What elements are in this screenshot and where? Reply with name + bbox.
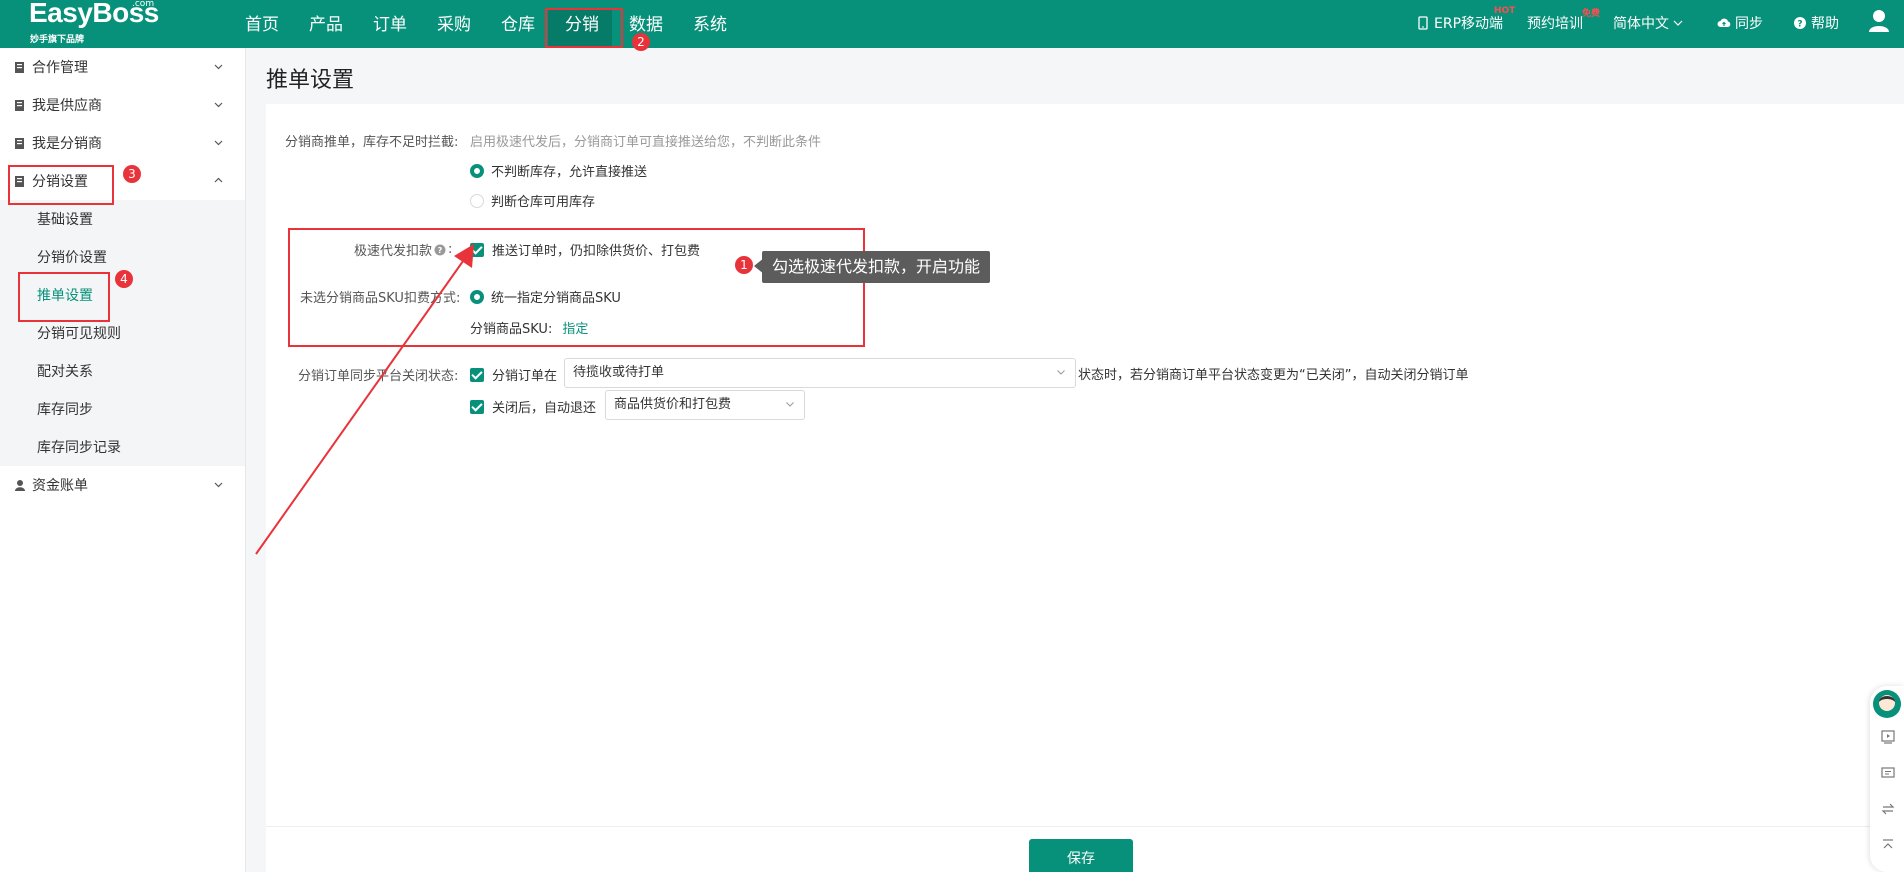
sync-label: 同步 (1735, 16, 1763, 32)
select-value: 待揽收或待打单 (573, 365, 665, 380)
chevron-down-icon (214, 64, 223, 70)
svg-text:?: ? (1797, 20, 1802, 30)
sidebar-item-stock-sync-log[interactable]: 库存同步记录 (0, 428, 245, 466)
sidebar-group-label: 我是供应商 (32, 98, 102, 114)
settings-card (266, 104, 1904, 826)
chevron-down-icon (1673, 20, 1683, 26)
user-icon (15, 479, 25, 491)
document-icon (15, 137, 24, 149)
annotation-badge-4: 4 (115, 270, 133, 288)
select-value: 商品供货价和打包费 (614, 397, 732, 412)
chevron-down-icon (214, 102, 223, 108)
sidebar-item-stock-sync[interactable]: 库存同步 (0, 390, 245, 428)
sidebar-item-basic-settings[interactable]: 基础设置 (0, 200, 245, 238)
radio-check-warehouse-stock[interactable]: 判断仓库可用库存 (470, 191, 595, 210)
free-badge: 免费 (1582, 9, 1601, 19)
annotation-badge-2: 2 (632, 33, 650, 51)
radio-label: 判断仓库可用库存 (491, 195, 596, 210)
training-label: 预约培训 (1527, 16, 1583, 32)
save-button[interactable]: 保存 (1029, 839, 1133, 872)
exchange-icon[interactable] (1880, 801, 1896, 817)
nav-orders[interactable]: 订单 (373, 10, 407, 35)
customer-service-avatar-icon[interactable] (1872, 689, 1902, 719)
document-icon (15, 61, 24, 73)
radio-selected-icon (470, 163, 484, 178)
message-icon[interactable] (1880, 765, 1896, 781)
document-icon (15, 99, 24, 111)
brand-logo[interactable]: EasyBoss .com 妙手旗下品牌 (29, 0, 169, 45)
sidebar-group-label: 资金账单 (32, 478, 88, 494)
sidebar-item-pairing[interactable]: 配对关系 (0, 352, 245, 390)
top-navbar: EasyBoss .com 妙手旗下品牌 首页 产品 订单 采购 仓库 分销 数… (0, 0, 1904, 48)
auto-refund-checkbox[interactable]: 关闭后，自动退还 (470, 397, 596, 416)
order-status-select[interactable]: 待揽收或待打单 (564, 358, 1076, 388)
chevron-down-icon (214, 140, 223, 146)
stock-intercept-hint: 启用极速代发后，分销商订单可直接推送给您，不判断此条件 (470, 135, 822, 150)
radio-label: 不判断库存，允许直接推送 (491, 165, 648, 180)
stock-intercept-label: 分销商推单，库存不足时拦截: (285, 135, 459, 150)
training-link[interactable]: 预约培训 (1527, 13, 1583, 33)
chevron-up-icon (214, 177, 223, 183)
annotation-box-nav (545, 8, 623, 48)
tooltip-arrow (754, 258, 764, 274)
back-to-top-icon[interactable] (1880, 837, 1896, 853)
sync-button[interactable]: 同步 (1717, 13, 1763, 33)
nav-data[interactable]: 数据 (629, 10, 663, 35)
floating-toolbar (1870, 686, 1904, 872)
sidebar-group-billing[interactable]: 资金账单 (0, 466, 245, 504)
tutorial-icon[interactable] (1880, 729, 1896, 745)
chevron-down-icon (214, 482, 223, 488)
nav-home[interactable]: 首页 (245, 10, 279, 35)
refund-type-select[interactable]: 商品供货价和打包费 (605, 390, 805, 420)
annotation-box-sidebar-group (8, 165, 114, 205)
chevron-down-icon (786, 402, 794, 407)
close-sync-suffix: 状态时，若分销商订单平台状态变更为“已关闭”，自动关闭分销订单 (1078, 368, 1469, 383)
erp-mobile-link[interactable]: ERP移动端 (1416, 13, 1503, 33)
help-icon: ? (1794, 17, 1806, 30)
nav-products[interactable]: 产品 (309, 10, 343, 35)
annotation-arrow (255, 244, 474, 555)
nav-system[interactable]: 系统 (693, 10, 727, 35)
cloud-sync-icon (1717, 18, 1731, 27)
chevron-down-icon (1057, 370, 1065, 375)
sidebar-group-label: 我是分销商 (32, 136, 102, 152)
sidebar-group-supplier[interactable]: 我是供应商 (0, 86, 245, 124)
radio-no-stock-check[interactable]: 不判断库存，允许直接推送 (470, 161, 647, 180)
erp-label: ERP移动端 (1434, 16, 1504, 32)
user-avatar-icon[interactable] (1868, 9, 1890, 33)
annotation-badge-1: 1 (735, 256, 753, 274)
close-sync-checkbox[interactable]: 分销订单在 (470, 365, 557, 384)
nav-warehouse[interactable]: 仓库 (501, 10, 535, 35)
annotation-badge-3: 3 (123, 165, 141, 183)
brand-subtitle: 妙手旗下品牌 (30, 35, 85, 45)
footer-bar: 保存 (266, 826, 1904, 872)
hot-badge: HOT (1494, 6, 1516, 16)
sidebar-group-cooperation[interactable]: 合作管理 (0, 48, 245, 86)
annotation-tooltip: 勾选极速代发扣款，开启功能 (762, 251, 991, 283)
annotation-box-sidebar-item (18, 272, 110, 322)
page-title: 推单设置 (266, 68, 355, 93)
checkbox-label: 关闭后，自动退还 (492, 401, 597, 416)
language-label: 简体中文 (1613, 16, 1669, 32)
radio-unselected-icon (470, 193, 484, 208)
sidebar-group-label: 合作管理 (32, 60, 88, 76)
checkbox-label: 分销订单在 (492, 369, 558, 384)
sidebar-group-distributor[interactable]: 我是分销商 (0, 124, 245, 162)
nav-purchase[interactable]: 采购 (437, 10, 471, 35)
language-select[interactable]: 简体中文 (1613, 13, 1683, 33)
brand-com: .com (132, 0, 155, 9)
help-button[interactable]: ? 帮助 (1793, 13, 1839, 33)
help-label: 帮助 (1811, 16, 1839, 32)
mobile-icon (1418, 16, 1428, 30)
